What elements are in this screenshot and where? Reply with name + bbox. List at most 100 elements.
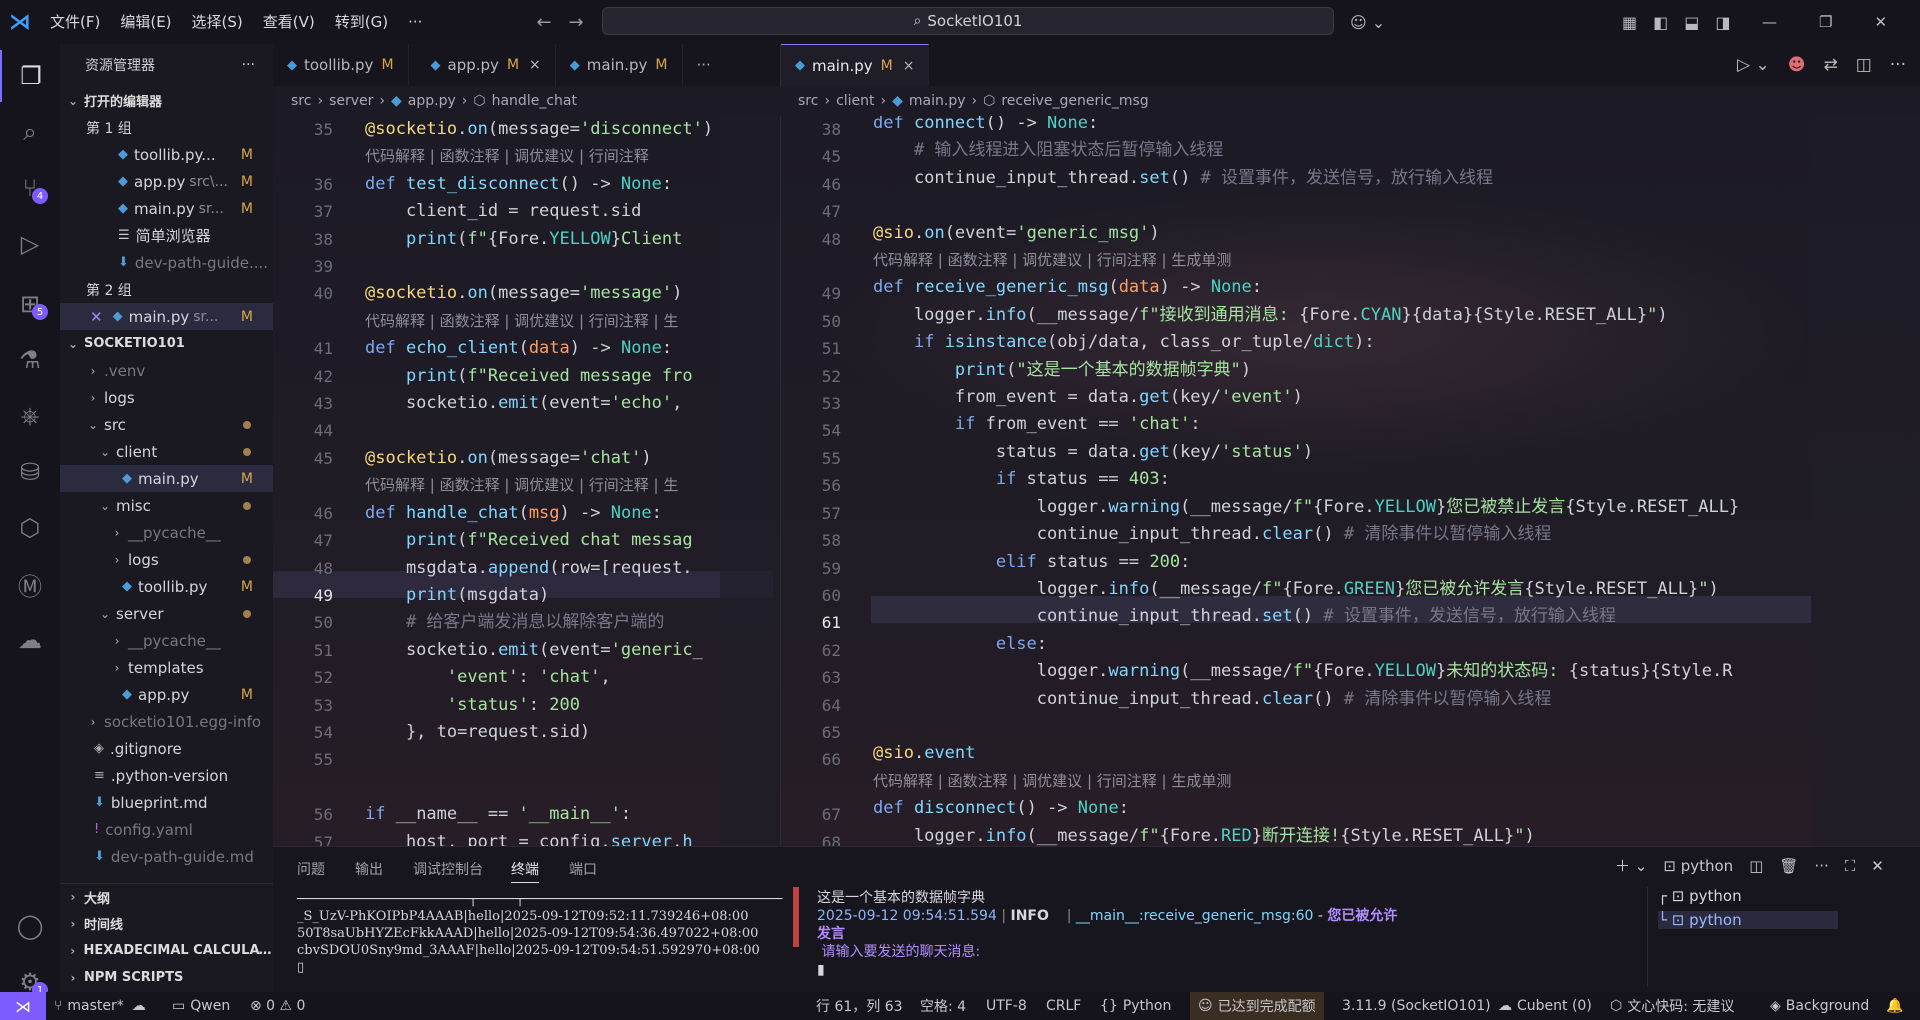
toggle-secondary-sidebar-icon[interactable]: ◨ <box>1715 13 1730 32</box>
crumb-src[interactable]: src <box>291 93 311 109</box>
terminal-shell-label[interactable]: ⊡ python <box>1663 857 1733 875</box>
crumb-receive-generic-msg[interactable]: receive_generic_msg <box>1001 93 1148 109</box>
crumb-server[interactable]: server <box>329 93 373 109</box>
right-editor[interactable]: 38 45 46 47 48 49 50 51 52 53 54 55 56 5… <box>780 116 1920 846</box>
m-extension-icon[interactable]: Ⓜ <box>0 558 60 610</box>
tree-toollib[interactable]: ◆ toollib.py M <box>60 573 273 600</box>
extensions-icon[interactable]: ⊞ 5 <box>0 278 60 330</box>
maximize-panel-icon[interactable]: ⛶ <box>1845 857 1856 875</box>
tree-misc[interactable]: ⌄ misc <box>60 492 273 519</box>
tab-main-left[interactable]: ◆ main.py M <box>556 44 683 86</box>
open-editor-dev-path-guide[interactable]: ⬇ dev-path-guide.... <box>60 249 273 276</box>
copilot-icon[interactable]: ☺ ⌄ <box>1350 0 1385 44</box>
copilot-quota[interactable]: ☺ 已达到完成配额 <box>1190 992 1324 1020</box>
terminal-list-item-1[interactable]: ┌ ⊡ python <box>1658 887 1742 905</box>
close-panel-icon[interactable]: ✕ <box>1871 857 1884 875</box>
tab-app[interactable]: ◆ app.py M × <box>409 44 556 86</box>
search-view-icon[interactable]: ⌕ <box>0 106 60 158</box>
account-icon[interactable]: ◯ <box>0 900 60 952</box>
tree-server-pycache[interactable]: › __pycache__ <box>60 627 273 654</box>
tree-src[interactable]: ⌄ src <box>60 411 273 438</box>
tree-misc-logs[interactable]: › logs <box>60 546 273 573</box>
left-minimap[interactable] <box>720 116 780 846</box>
panel-tab-debug-console[interactable]: 调试控制台 <box>413 859 483 879</box>
panel-tab-ports[interactable]: 端口 <box>569 859 597 879</box>
open-editor-app[interactable]: ◆ app.py src\... M <box>60 168 273 195</box>
tab-toollib[interactable]: ◆ toollib.py M <box>273 44 409 86</box>
tab-close-icon[interactable]: × <box>529 57 541 73</box>
open-editor-simple-browser[interactable]: ☰ 简单浏览器 <box>60 222 273 249</box>
database-icon[interactable]: ⛁ <box>0 446 60 498</box>
encoding[interactable]: UTF-8 <box>986 992 1027 1020</box>
tree-client[interactable]: ⌄ client <box>60 438 273 465</box>
npm-scripts-section[interactable]: › NPM SCRIPTS <box>60 964 273 991</box>
crumb-main[interactable]: main.py <box>909 93 966 109</box>
editor-more-icon[interactable]: ··· <box>1890 55 1906 75</box>
explorer-icon[interactable]: ❐ <box>0 50 60 102</box>
tree-app[interactable]: ◆ app.py M <box>60 681 273 708</box>
tab-close-icon[interactable]: × <box>903 58 915 74</box>
run-python-icon[interactable]: ▷ ⌄ <box>1737 55 1770 75</box>
tree-server[interactable]: ⌄ server <box>60 600 273 627</box>
right-minimap[interactable] <box>1811 116 1920 846</box>
menu-file[interactable]: 文件(F) <box>40 0 110 44</box>
tree-templates[interactable]: › templates <box>60 654 273 681</box>
crumb-app[interactable]: app.py <box>408 93 456 109</box>
menu-edit[interactable]: 编辑(E) <box>110 0 181 44</box>
cube-icon[interactable]: ⬡ <box>0 502 60 554</box>
more-actions-icon[interactable]: ··· <box>242 57 255 73</box>
project-section[interactable]: ⌄ SOCKETIO101 <box>60 330 273 357</box>
remote-icon[interactable]: ⎈ <box>0 390 60 442</box>
testing-icon[interactable]: ⚗ <box>0 334 60 386</box>
background-status[interactable]: ◈ Background <box>1770 992 1869 1020</box>
panel-tab-output[interactable]: 输出 <box>355 859 383 879</box>
panel-tab-terminal[interactable]: 终端 <box>511 859 539 883</box>
python-interpreter[interactable]: 3.11.9 (SocketIO101) <box>1342 992 1491 1020</box>
open-editor-main-group2[interactable]: ✕ ◆ main.py sr... M <box>60 303 273 330</box>
cursor-position[interactable]: 行 61，列 63 <box>816 992 903 1020</box>
crumb-src-right[interactable]: src <box>798 93 818 109</box>
git-branch[interactable]: ⑂ master* ☁ <box>54 992 146 1020</box>
ai-assistant-icon[interactable]: ☻ <box>1788 55 1806 75</box>
tab-main-right[interactable]: ◆ main.py M × <box>781 44 930 86</box>
remote-indicator-icon[interactable]: ⋊ <box>0 992 46 1020</box>
open-editor-main[interactable]: ◆ main.py sr... M <box>60 195 273 222</box>
tree-config[interactable]: ! config.yaml <box>60 816 273 843</box>
open-editor-toollib[interactable]: ◆ toollib.py... M <box>60 141 273 168</box>
wenxin-status[interactable]: ⬡ 文心快码: 无建议 <box>1610 992 1734 1020</box>
indentation[interactable]: 空格: 4 <box>920 992 966 1020</box>
back-arrow-icon[interactable]: ← <box>526 12 562 33</box>
crumb-client[interactable]: client <box>836 93 874 109</box>
tree-logs[interactable]: › logs <box>60 384 273 411</box>
open-editors-section[interactable]: ⌄ 打开的编辑器 <box>60 87 273 114</box>
close-editor-icon[interactable]: ✕ <box>90 308 103 326</box>
problems-status[interactable]: ⊗ 0 ⚠ 0 <box>250 992 305 1020</box>
split-terminal-icon[interactable]: ◫ <box>1749 857 1763 875</box>
timeline-section[interactable]: › 时间线 <box>60 910 273 937</box>
tree-egg-info[interactable]: › socketio101.egg-info <box>60 708 273 735</box>
minimize-icon[interactable]: — <box>1762 13 1777 31</box>
line-ending[interactable]: CRLF <box>1046 992 1081 1020</box>
close-window-icon[interactable]: ✕ <box>1874 13 1887 31</box>
tree-blueprint[interactable]: ⬇ blueprint.md <box>60 789 273 816</box>
menu-view[interactable]: 查看(V) <box>253 0 325 44</box>
terminal-right-output[interactable]: 这是一个基本的数据帧字典 2025-09-12 09:54:51.594 | I… <box>817 889 1397 979</box>
notifications-bell-icon[interactable]: 🔔 <box>1886 992 1903 1020</box>
terminal-left-output[interactable]: ──────────────────────┬─────┬───────────… <box>297 891 782 976</box>
tree-dev-path-guide[interactable]: ⬇ dev-path-guide.md <box>60 843 273 870</box>
sync-icon[interactable]: ☁ <box>132 998 146 1014</box>
restore-icon[interactable]: ❐ <box>1819 13 1832 31</box>
kill-terminal-icon[interactable]: 🗑 <box>1779 857 1798 875</box>
new-terminal-icon[interactable]: ＋ ⌄ <box>1615 855 1647 876</box>
cubent-status[interactable]: ☁ Cubent (0) <box>1498 992 1592 1020</box>
tree-client-main[interactable]: ◆ main.py M <box>60 465 273 492</box>
tab-more-icon[interactable]: ··· <box>683 44 725 86</box>
tree-venv[interactable]: › .venv <box>60 357 273 384</box>
panel-tab-problems[interactable]: 问题 <box>297 859 325 879</box>
left-editor[interactable]: 35 36 37 38 39 40 41 42 43 44 45 46 47 4… <box>273 116 780 846</box>
docker-icon[interactable]: ☁ <box>0 614 60 666</box>
qwen-status[interactable]: ▭ Qwen <box>172 992 230 1020</box>
customize-layout-icon[interactable]: ▦ <box>1622 13 1637 32</box>
menu-more[interactable]: ··· <box>398 0 432 44</box>
crumb-handle-chat[interactable]: handle_chat <box>492 93 577 109</box>
